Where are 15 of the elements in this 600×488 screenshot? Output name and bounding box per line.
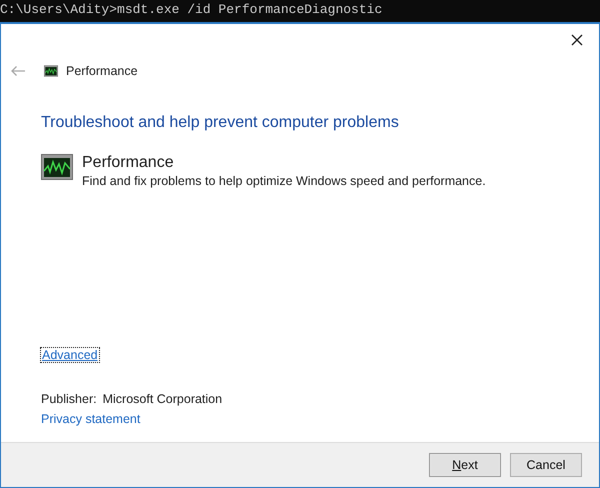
performance-monitor-icon bbox=[41, 154, 73, 180]
advanced-link[interactable]: Advanced bbox=[41, 348, 99, 362]
next-button[interactable]: Next bbox=[429, 453, 501, 477]
page-heading: Troubleshoot and help prevent computer problems bbox=[41, 114, 400, 132]
back-arrow-icon bbox=[10, 65, 26, 77]
console-command: C:\Users\Adity>msdt.exe /id PerformanceDiagnostic bbox=[0, 2, 382, 17]
troubleshooter-name: Performance bbox=[82, 154, 175, 172]
troubleshooter-description: Find and fix problems to help optimize Windows speed and performance. bbox=[82, 174, 486, 188]
performance-icon bbox=[44, 65, 58, 77]
cancel-button[interactable]: Cancel bbox=[510, 453, 582, 477]
window-title: Performance bbox=[66, 64, 138, 78]
privacy-statement-link[interactable]: Privacy statement bbox=[41, 412, 140, 426]
publisher-name: Microsoft Corporation bbox=[102, 392, 222, 406]
close-icon bbox=[571, 34, 583, 46]
publisher-label: Publisher: bbox=[41, 392, 97, 406]
